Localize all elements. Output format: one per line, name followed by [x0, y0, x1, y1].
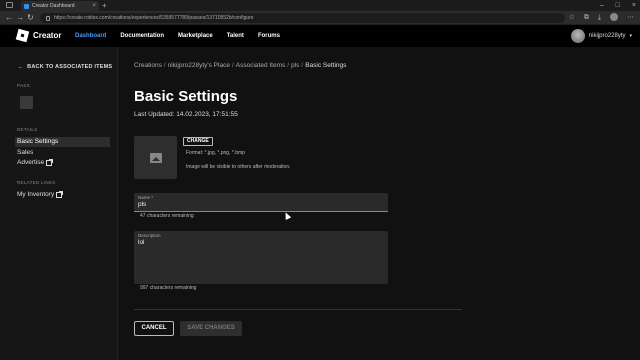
- image-placeholder-icon: [149, 152, 162, 163]
- external-link-icon: [46, 159, 54, 166]
- star-icon[interactable]: ☆: [569, 13, 575, 23]
- breadcrumb-pass[interactable]: pls: [291, 62, 299, 69]
- breadcrumb-associated-items[interactable]: Associated Items: [236, 62, 286, 69]
- nav-dashboard[interactable]: Dashboard: [75, 33, 106, 39]
- browser-tabstrip: Creator Dashboard × + – □ ×: [0, 0, 640, 11]
- description-textarea[interactable]: lol: [138, 239, 384, 246]
- username: nikijpro228yty: [588, 33, 626, 39]
- breadcrumb-place[interactable]: nikijpro228yty's Place: [168, 62, 230, 69]
- sidebar-item-label: Advertise: [17, 159, 45, 166]
- roblox-logo-icon: [15, 28, 30, 43]
- name-input[interactable]: pls: [138, 201, 384, 208]
- pass-image-preview[interactable]: [134, 136, 177, 179]
- back-to-associated-items-link[interactable]: ← BACK TO ASSOCIATED ITEMS: [18, 64, 112, 70]
- favicon-icon: [24, 3, 29, 9]
- change-image-button[interactable]: CHANGE: [183, 137, 213, 146]
- url-text: https://create.roblox.com/creations/expe…: [54, 15, 254, 21]
- sidebar-item-advertise[interactable]: Advertise: [15, 158, 110, 168]
- browser-toolbar: ☆ ⧉ ⤓ ⋯: [569, 13, 634, 23]
- app-header: Creator Dashboard Documentation Marketpl…: [0, 25, 640, 47]
- chevron-down-icon: ▾: [629, 33, 632, 39]
- nav-forums[interactable]: Forums: [258, 33, 280, 39]
- main-content: Creations / nikijpro228yty's Place / Associa…: [119, 47, 640, 360]
- tab-close-icon[interactable]: ×: [92, 3, 99, 9]
- lock-icon: [46, 15, 50, 21]
- details-heading: DETAILS: [17, 127, 38, 132]
- nav-talent[interactable]: Talent: [227, 33, 244, 39]
- avatar: [570, 29, 585, 43]
- menu-icon[interactable]: ⋯: [627, 13, 634, 23]
- breadcrumb-current: Basic Settings: [305, 62, 347, 69]
- external-link-icon: [56, 191, 64, 198]
- last-updated: Last Updated: 14.02.2023, 17:51:55: [134, 111, 238, 118]
- name-field[interactable]: Name * pls: [134, 193, 388, 212]
- user-menu[interactable]: nikijpro228yty ▾: [570, 29, 632, 43]
- new-tab-button[interactable]: +: [102, 1, 107, 10]
- sidebar-item-label: My Inventory: [17, 191, 55, 198]
- profile-icon[interactable]: [610, 13, 618, 21]
- tab-actions-icon[interactable]: [6, 2, 13, 8]
- description-chars-remaining: 997 characters remaining: [140, 285, 197, 291]
- image-formats-text: Format: *.jpg, *.png, *.bmp: [186, 150, 245, 156]
- minimize-icon[interactable]: –: [600, 1, 604, 10]
- reload-icon[interactable]: ↻: [27, 13, 34, 23]
- nav-marketplace[interactable]: Marketplace: [178, 33, 213, 39]
- moderation-note: Image will be visible to others after mo…: [186, 164, 291, 170]
- sidebar: ← BACK TO ASSOCIATED ITEMS PASS DETAILS …: [0, 47, 118, 360]
- downloads-icon[interactable]: ⤓: [598, 13, 601, 23]
- back-arrow-icon[interactable]: ←: [5, 13, 13, 23]
- window-controls: – □ ×: [600, 1, 636, 10]
- description-field[interactable]: Description lol: [134, 231, 388, 284]
- extensions-icon[interactable]: ⧉: [584, 13, 589, 23]
- sidebar-item-my-inventory[interactable]: My Inventory: [15, 190, 110, 200]
- tab-title: Creator Dashboard: [32, 3, 75, 9]
- back-link-label: BACK TO ASSOCIATED ITEMS: [27, 64, 113, 70]
- breadcrumb-creations[interactable]: Creations: [134, 62, 162, 69]
- address-bar-row: ← → ↻ https://create.roblox.com/creation…: [0, 11, 640, 25]
- sidebar-item-label: Basic Settings: [17, 138, 59, 145]
- sidebar-item-label: Sales: [17, 149, 34, 156]
- page-title: Basic Settings: [134, 88, 238, 105]
- nav-documentation[interactable]: Documentation: [120, 33, 164, 39]
- save-changes-button[interactable]: SAVE CHANGES: [180, 321, 242, 336]
- pass-thumbnail: [20, 96, 33, 109]
- pass-heading: PASS: [17, 83, 30, 88]
- related-links-heading: RELATED LINKS: [17, 180, 56, 185]
- close-window-icon[interactable]: ×: [632, 1, 636, 10]
- description-field-label: Description: [138, 233, 161, 238]
- breadcrumb: Creations / nikijpro228yty's Place / Associa…: [134, 62, 347, 69]
- maximize-icon[interactable]: □: [616, 1, 620, 10]
- creator-logo[interactable]: Creator: [15, 28, 62, 43]
- cancel-button[interactable]: CANCEL: [134, 321, 174, 336]
- name-chars-remaining: 47 characters remaining: [140, 213, 194, 219]
- sidebar-item-basic-settings[interactable]: Basic Settings: [15, 137, 110, 147]
- top-nav: Dashboard Documentation Marketplace Tale…: [75, 25, 280, 47]
- name-field-label: Name *: [138, 195, 154, 200]
- url-input[interactable]: https://create.roblox.com/creations/expe…: [40, 13, 565, 23]
- forward-arrow-icon[interactable]: →: [16, 13, 24, 23]
- browser-tab[interactable]: Creator Dashboard ×: [21, 1, 99, 11]
- divider: [134, 309, 462, 310]
- brand-name: Creator: [33, 31, 62, 40]
- sidebar-item-sales[interactable]: Sales: [15, 148, 110, 158]
- back-arrow-icon: ←: [18, 64, 24, 70]
